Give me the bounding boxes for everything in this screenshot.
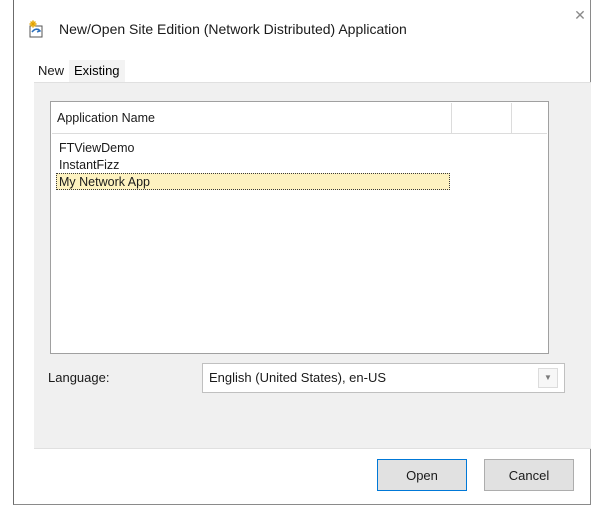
tab-strip: New Existing bbox=[36, 60, 125, 82]
list-item[interactable]: FTViewDemo bbox=[56, 139, 450, 156]
dialog-window: New/Open Site Edition (Network Distribut… bbox=[13, 0, 591, 505]
application-icon bbox=[27, 19, 47, 39]
list-header: Application Name bbox=[52, 103, 547, 134]
tab-new[interactable]: New bbox=[36, 60, 69, 82]
tab-existing[interactable]: Existing bbox=[69, 60, 125, 82]
column-header-application-name[interactable]: Application Name bbox=[52, 103, 452, 133]
existing-tab-panel: Application Name FTViewDemo InstantFizz … bbox=[34, 82, 591, 449]
list-rows: FTViewDemo InstantFizz My Network App bbox=[56, 139, 545, 190]
language-value: English (United States), en-US bbox=[209, 370, 387, 385]
list-item[interactable]: InstantFizz bbox=[56, 156, 450, 173]
close-icon[interactable]: ✕ bbox=[570, 6, 590, 24]
list-item-selected[interactable]: My Network App bbox=[56, 173, 450, 190]
chevron-down-icon[interactable]: ▼ bbox=[538, 368, 558, 388]
cancel-button[interactable]: Cancel bbox=[484, 459, 574, 491]
application-list[interactable]: Application Name FTViewDemo InstantFizz … bbox=[50, 101, 549, 354]
open-button[interactable]: Open bbox=[377, 459, 467, 491]
language-dropdown[interactable]: English (United States), en-US ▼ bbox=[202, 363, 565, 393]
window-title: New/Open Site Edition (Network Distribut… bbox=[59, 21, 407, 37]
language-label: Language: bbox=[48, 370, 110, 385]
column-header-blank[interactable] bbox=[452, 103, 512, 133]
title-bar: New/Open Site Edition (Network Distribut… bbox=[14, 0, 590, 60]
